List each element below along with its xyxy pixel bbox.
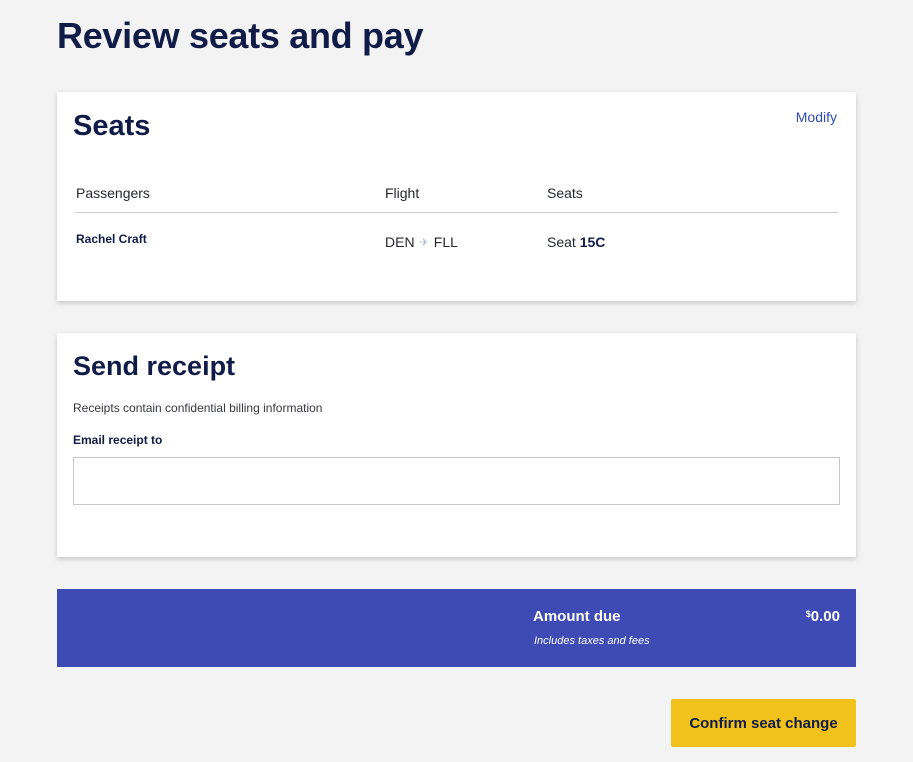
passenger-name: Rachel Craft [76,232,147,246]
seat-prefix: Seat [547,234,576,250]
receipt-card: Send receipt Receipts contain confidenti… [57,333,856,557]
currency-symbol: $ [805,609,811,619]
seats-card: Seats Modify Passengers Flight Seats Rac… [57,92,856,301]
origin-code: DEN [385,234,415,250]
column-header-flight: Flight [385,185,420,201]
amount-due-bar: Amount due Includes taxes and fees $0.00 [57,589,856,667]
confirm-seat-change-button[interactable]: Confirm seat change [671,699,856,747]
email-field[interactable] [73,457,840,505]
table-divider [75,212,838,213]
amount-due-subtext: Includes taxes and fees [534,635,650,647]
destination-code: FLL [433,234,458,250]
amount-due-value: $0.00 [806,608,840,625]
seat-assignment: Seat 15C [547,234,605,250]
seats-heading: Seats [73,110,151,142]
modify-link[interactable]: Modify [796,109,837,125]
column-header-seats: Seats [547,185,583,201]
receipt-heading: Send receipt [73,351,236,381]
page-title: Review seats and pay [57,15,424,56]
email-label: Email receipt to [73,433,163,447]
receipt-note: Receipts contain confidential billing in… [73,401,323,415]
seat-number: 15C [579,234,606,250]
flight-route: DEN ✈ FLL [385,234,458,250]
amount-number: 0.00 [810,608,840,625]
amount-due-label: Amount due [533,608,621,625]
column-header-passengers: Passengers [76,185,150,201]
airplane-icon: ✈ [419,236,429,249]
